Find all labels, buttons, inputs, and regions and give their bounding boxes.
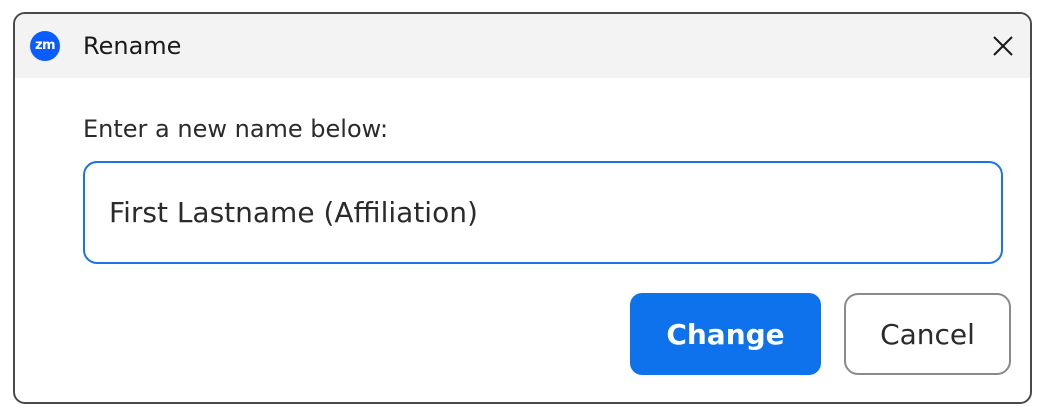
close-icon	[993, 36, 1013, 56]
rename-dialog: zm Rename Enter a new name below: Change…	[13, 12, 1032, 404]
name-input[interactable]	[83, 161, 1003, 264]
change-button[interactable]: Change	[630, 293, 821, 375]
close-button[interactable]	[984, 27, 1022, 65]
cancel-button[interactable]: Cancel	[844, 293, 1011, 375]
title-bar: zm Rename	[15, 14, 1030, 78]
dialog-title: Rename	[83, 32, 182, 60]
prompt-label: Enter a new name below:	[83, 115, 389, 143]
zoom-logo-icon: zm	[30, 31, 60, 61]
